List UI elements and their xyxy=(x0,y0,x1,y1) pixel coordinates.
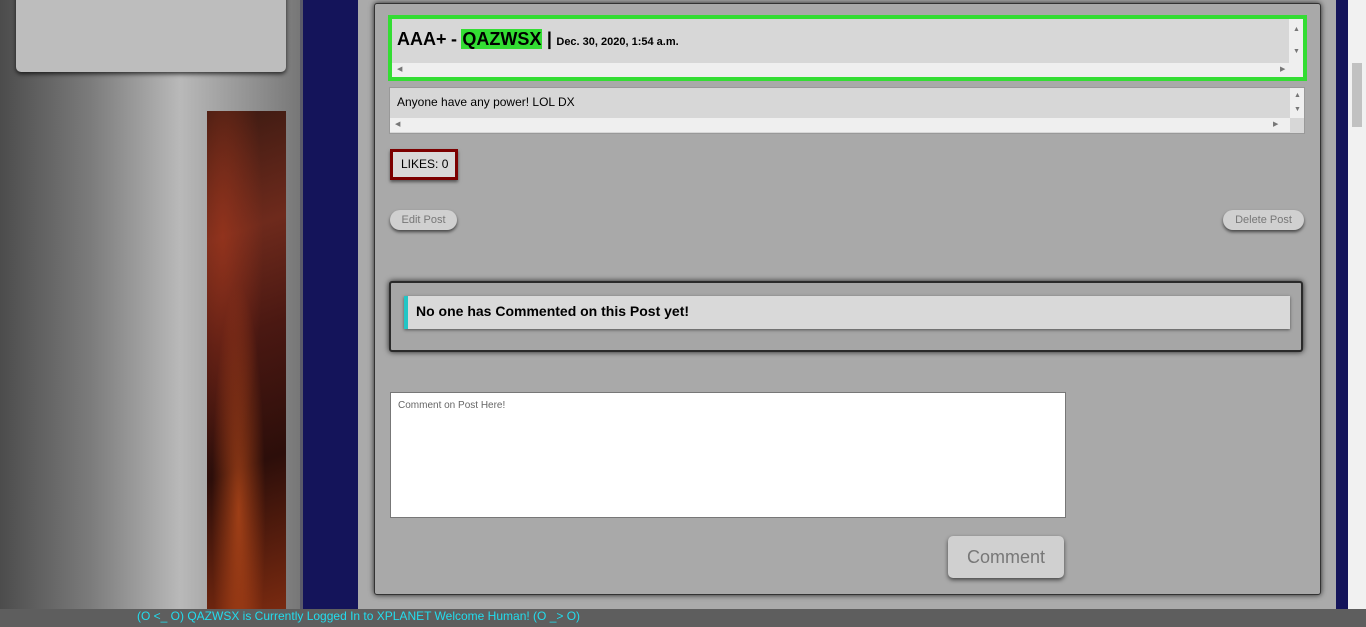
post-header: AAA+ - QAZWSX | Dec. 30, 2020, 1:54 a.m.… xyxy=(388,15,1307,81)
scroll-up-icon[interactable]: ▲ xyxy=(1293,26,1300,34)
post-author[interactable]: QAZWSX xyxy=(461,29,543,49)
scroll-down-icon[interactable]: ▼ xyxy=(1294,106,1301,114)
scroll-down-icon[interactable]: ▼ xyxy=(1293,48,1300,56)
no-comments-message: No one has Commented on this Post yet! xyxy=(404,296,1290,329)
scroll-left-icon[interactable]: ◀ xyxy=(397,66,402,74)
post-body: Anyone have any power! LOL DX ▲ ▼ ◀ ▶ xyxy=(389,87,1305,134)
scroll-up-icon[interactable]: ▲ xyxy=(1294,92,1301,100)
post-header-line: AAA+ - QAZWSX | Dec. 30, 2020, 1:54 a.m. xyxy=(397,29,679,50)
scroll-right-icon[interactable]: ▶ xyxy=(1280,66,1285,74)
post-title: AAA+ xyxy=(397,29,447,49)
delete-post-button[interactable]: Delete Post xyxy=(1223,210,1304,230)
header-horizontal-scrollbar[interactable]: ◀ ▶ xyxy=(392,63,1303,77)
post-body-text: Anyone have any power! LOL DX xyxy=(397,95,575,109)
page-scrollbar[interactable] xyxy=(1348,0,1366,627)
likes-counter[interactable]: LIKES: 0 xyxy=(390,149,458,180)
body-horizontal-scrollbar[interactable]: ◀ ▶ xyxy=(390,118,1290,132)
page-scrollbar-thumb[interactable] xyxy=(1352,63,1362,127)
body-vertical-scrollbar[interactable]: ▲ ▼ xyxy=(1290,88,1304,118)
scroll-right-icon[interactable]: ▶ xyxy=(1273,121,1278,129)
header-divider: | xyxy=(546,29,552,49)
edit-post-button[interactable]: Edit Post xyxy=(390,210,457,230)
title-separator: - xyxy=(450,29,457,49)
comments-section: No one has Commented on this Post yet! xyxy=(389,281,1303,352)
comment-input[interactable] xyxy=(390,392,1066,518)
scroll-left-icon[interactable]: ◀ xyxy=(395,121,400,129)
sidebar-lava-image xyxy=(207,111,286,611)
login-status-text: (O <_ O) QAZWSX is Currently Logged In t… xyxy=(137,609,581,623)
comment-submit-button[interactable]: Comment xyxy=(948,536,1064,578)
sidebar-panel xyxy=(16,0,286,72)
header-vertical-scrollbar[interactable]: ▲ ▼ xyxy=(1289,19,1303,63)
right-border-strip xyxy=(1336,0,1348,611)
post-date: Dec. 30, 2020, 1:54 a.m. xyxy=(556,36,679,48)
status-bar: (O <_ O) QAZWSX is Currently Logged In t… xyxy=(0,609,1366,627)
